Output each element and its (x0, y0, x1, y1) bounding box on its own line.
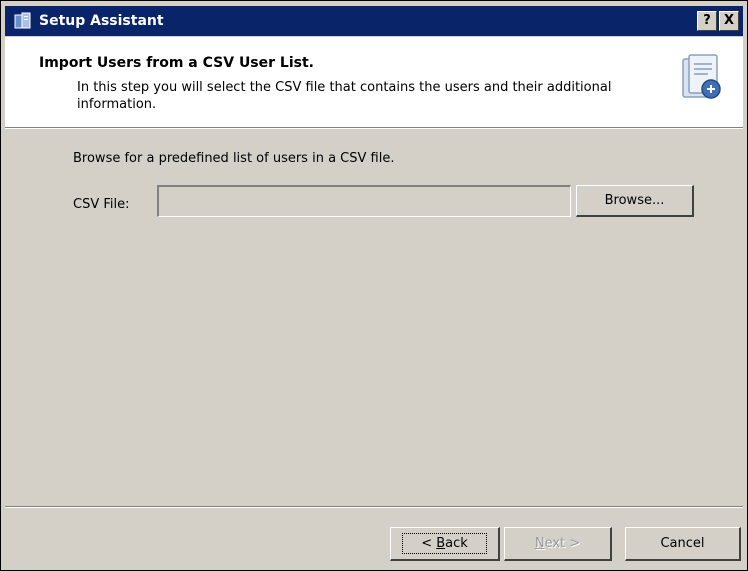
back-label-prefix: < (421, 536, 437, 551)
csv-file-input[interactable] (157, 185, 571, 217)
help-button[interactable]: ? (697, 11, 717, 31)
step-title: Import Users from a CSV User List. (39, 55, 314, 71)
step-description: In this step you will select the CSV fil… (77, 80, 612, 112)
next-access-key: N (534, 536, 545, 551)
setup-assistant-window: Setup Assistant ? X Import Users from a … (0, 0, 748, 571)
browse-button[interactable]: Browse... (576, 185, 694, 217)
back-access-key: B (436, 536, 446, 551)
title-bar[interactable]: Setup Assistant ? X (5, 6, 743, 36)
csv-file-label: CSV File: (73, 197, 130, 212)
footer-divider-highlight (5, 507, 743, 508)
back-button-focus: < Back (402, 533, 487, 554)
back-label-rest: ack (445, 536, 468, 551)
cancel-button[interactable]: Cancel (625, 527, 741, 561)
header-divider (5, 128, 743, 129)
instruction-text: Browse for a predefined list of users in… (73, 151, 395, 166)
app-icon (13, 11, 33, 31)
back-button[interactable]: < Back (390, 527, 500, 561)
close-button[interactable]: X (719, 11, 739, 31)
next-label-rest: ext > (544, 536, 581, 551)
wizard-header: Import Users from a CSV User List. In th… (5, 37, 743, 128)
window-title: Setup Assistant (39, 13, 164, 29)
next-button[interactable]: Next > (504, 527, 612, 561)
setup-document-icon (677, 51, 725, 103)
